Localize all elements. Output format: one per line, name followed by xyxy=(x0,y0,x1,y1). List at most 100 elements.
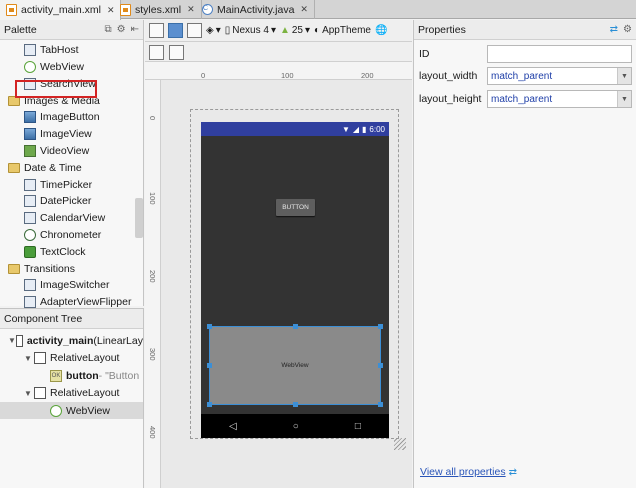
collapse-icon[interactable]: ⧉ xyxy=(105,24,112,35)
chevron-down-icon: ▼ xyxy=(617,91,631,107)
ruler-tick-label: 100 xyxy=(148,192,157,205)
palette-item[interactable]: VideoView xyxy=(24,143,89,160)
tab-activity-main-xml[interactable]: activity_main.xml ✕ xyxy=(0,0,122,20)
layout-height-select[interactable]: match_parent ▼ xyxy=(487,90,632,108)
expand-arrow-icon[interactable]: ▼ xyxy=(8,336,16,345)
orientation-dropdown[interactable]: ◈ ▾ xyxy=(206,25,221,36)
palette-item[interactable]: TabHost xyxy=(24,42,79,59)
component-tree-item[interactable]: ▼ RelativeLayout xyxy=(0,385,143,402)
expand-arrow-icon[interactable]: ▼ xyxy=(24,354,34,363)
ruler-tick-label: 300 xyxy=(148,348,157,361)
palette-item[interactable]: CalendarView xyxy=(24,210,105,227)
widget-icon xyxy=(24,195,36,208)
properties-title: Properties xyxy=(418,23,466,36)
preview-button-widget[interactable]: BUTTON xyxy=(276,199,315,216)
property-row-layout-width: layout_width match_parent ▼ xyxy=(414,65,636,87)
java-class-icon xyxy=(202,4,213,15)
close-icon[interactable]: ✕ xyxy=(300,4,308,15)
palette-item-label: TextClock xyxy=(40,245,86,258)
palette-item[interactable]: TimePicker xyxy=(24,176,92,193)
tab-styles-xml[interactable]: styles.xml ✕ xyxy=(114,0,202,19)
tab-mainactivity-java[interactable]: MainActivity.java ✕ xyxy=(196,0,315,19)
resize-handle[interactable] xyxy=(293,402,298,407)
webview-highlight-box xyxy=(15,80,97,98)
resize-handle[interactable] xyxy=(207,324,212,329)
palette-item-label: ImageButton xyxy=(40,111,100,124)
palette-item-label: WebView xyxy=(40,61,84,74)
device-resize-grip[interactable] xyxy=(394,438,406,450)
resize-horizontal-button[interactable] xyxy=(149,45,164,60)
palette-item[interactable]: Chronometer xyxy=(24,227,101,244)
resize-handle[interactable] xyxy=(378,324,383,329)
id-input[interactable] xyxy=(487,45,632,63)
theme-icon: ◐ xyxy=(314,25,321,36)
ruler-tick-label: 0 xyxy=(201,71,206,80)
both-views-button[interactable] xyxy=(187,23,202,38)
view-all-label: View all properties xyxy=(420,466,506,478)
device-dropdown[interactable]: ▯ Nexus 4 ▾ xyxy=(225,25,276,36)
image-icon xyxy=(24,111,36,124)
tab-label: activity_main.xml xyxy=(21,4,101,16)
palette-scrollbar[interactable] xyxy=(135,198,143,238)
palette-category[interactable]: Transitions xyxy=(8,260,75,277)
swap-arrows-icon: ⇄ xyxy=(508,467,517,478)
blueprint-view-button[interactable] xyxy=(168,23,183,38)
theme-label: AppTheme xyxy=(322,25,371,36)
rotate-icon: ◈ xyxy=(206,25,214,36)
device-screen-preview[interactable]: ▼ ◢ ▮ 6:00 BUTTON WebView ◁ ○ □ xyxy=(201,122,389,438)
expand-arrow-icon[interactable]: ▼ xyxy=(24,389,34,398)
layout-icon xyxy=(34,352,46,364)
palette-item[interactable]: ImageSwitcher xyxy=(24,277,109,294)
palette-item[interactable]: ImageView xyxy=(24,126,92,143)
palette-item-label: Transitions xyxy=(24,262,75,275)
design-view-button[interactable] xyxy=(149,23,164,38)
widget-icon xyxy=(24,296,36,309)
resize-handle[interactable] xyxy=(378,363,383,368)
design-subtoolbar xyxy=(145,42,412,62)
tree-item-label: activity_main xyxy=(26,334,94,347)
api-dropdown[interactable]: ▲ 25 ▾ xyxy=(280,25,310,36)
palette-item[interactable]: WebView xyxy=(24,59,84,76)
device-icon: ▯ xyxy=(224,25,231,36)
design-canvas[interactable]: 0 100 200 0 100 200 300 400 ▼ ◢ ▮ 6:00 B… xyxy=(145,62,412,488)
status-bar: ▼ ◢ ▮ 6:00 xyxy=(201,122,389,136)
settings-icon[interactable]: ⚙ xyxy=(623,24,632,35)
component-tree-item[interactable]: ▼ RelativeLayout xyxy=(0,350,143,367)
resize-handle[interactable] xyxy=(293,324,298,329)
view-all-properties-link[interactable]: View all properties ⇄ xyxy=(420,466,517,478)
component-tree-panel: Component Tree ▼ activity_main (LinearLay… xyxy=(0,308,144,488)
layout-icon xyxy=(15,334,23,347)
component-tree-item[interactable]: OK button - "Button xyxy=(0,367,143,384)
layout-width-select[interactable]: match_parent ▼ xyxy=(487,67,632,85)
palette-item[interactable]: TextClock xyxy=(24,244,86,261)
widget-icon xyxy=(24,212,36,225)
theme-dropdown[interactable]: ◐ AppTheme xyxy=(314,25,371,36)
ruler-tick-label: 0 xyxy=(148,116,157,121)
locale-icon[interactable]: 🌐 xyxy=(375,25,387,36)
settings-icon[interactable]: ⚙ xyxy=(117,24,126,35)
palette-item-label: DatePicker xyxy=(40,195,92,208)
hide-panel-icon[interactable]: ⇤ xyxy=(131,24,139,35)
preview-webview-widget[interactable]: WebView xyxy=(207,324,383,407)
resize-handle[interactable] xyxy=(207,363,212,368)
resize-vertical-button[interactable] xyxy=(169,45,184,60)
palette-item-label: VideoView xyxy=(40,145,90,158)
palette-category[interactable]: Date & Time xyxy=(8,160,82,177)
palette-panel: Palette ⧉ ⚙ ⇤ TabHost WebView SearchView Im… xyxy=(0,20,144,309)
layout-height-value: match_parent xyxy=(491,93,553,105)
component-tree-item[interactable]: ▼ activity_main (LinearLay xyxy=(0,332,143,349)
resize-handle[interactable] xyxy=(378,402,383,407)
palette-item[interactable]: ImageButton xyxy=(24,109,100,126)
swap-view-icon[interactable]: ⇄ xyxy=(610,24,618,35)
resize-handle[interactable] xyxy=(207,402,212,407)
component-tree-item[interactable]: WebView xyxy=(0,402,143,419)
tree-item-label: RelativeLayout xyxy=(50,387,120,399)
horizontal-ruler: 0 100 200 xyxy=(145,62,412,80)
video-icon xyxy=(24,145,36,158)
vertical-ruler: 0 100 200 300 400 xyxy=(145,80,161,488)
close-icon[interactable]: ✕ xyxy=(187,4,195,15)
wifi-icon: ▼ xyxy=(341,124,350,134)
palette-item[interactable]: DatePicker xyxy=(24,193,91,210)
property-label: ID xyxy=(419,48,430,60)
ruler-tick-label: 100 xyxy=(281,71,294,80)
